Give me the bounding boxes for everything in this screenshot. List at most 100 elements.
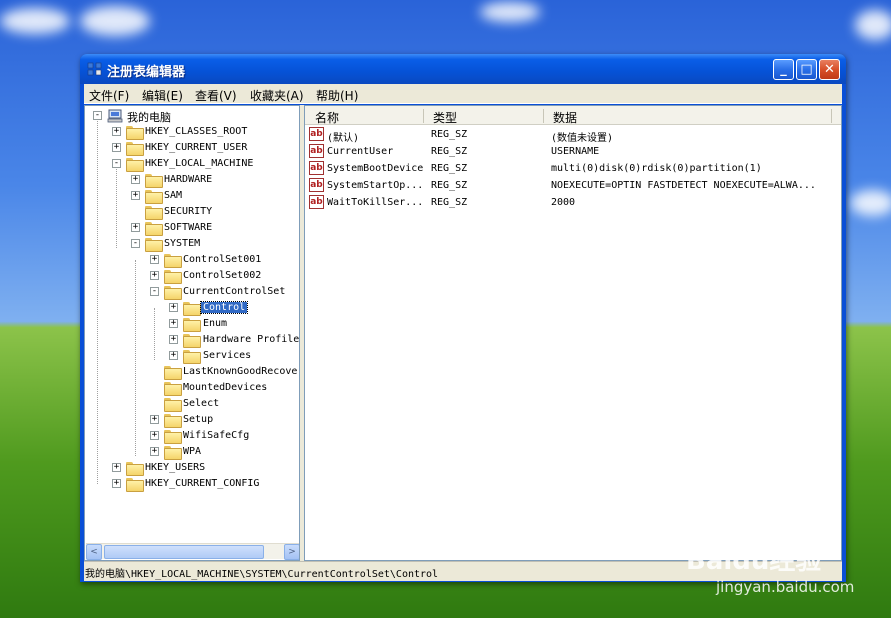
tree-label: ControlSet002 bbox=[183, 270, 262, 281]
expand-icon[interactable]: + bbox=[150, 431, 159, 440]
watermark-brand: Baidu经验 bbox=[686, 546, 822, 576]
column-separator[interactable] bbox=[543, 109, 544, 123]
tree-label: ControlSet001 bbox=[183, 254, 262, 265]
column-data-header[interactable]: 数据 bbox=[553, 109, 577, 126]
expand-icon[interactable]: + bbox=[150, 447, 159, 456]
tree-label-selected: Control bbox=[199, 301, 249, 314]
folder-icon bbox=[145, 174, 163, 188]
close-button[interactable]: ✕ bbox=[819, 59, 840, 80]
folder-icon bbox=[164, 270, 182, 284]
desktop-cloud bbox=[850, 190, 891, 216]
expand-icon[interactable]: + bbox=[112, 127, 121, 136]
expand-icon[interactable]: + bbox=[169, 335, 178, 344]
menu-view[interactable]: 查看(V) bbox=[195, 87, 237, 104]
expand-icon[interactable]: + bbox=[169, 303, 178, 312]
expand-icon[interactable]: + bbox=[169, 319, 178, 328]
open-folder-icon bbox=[183, 302, 201, 316]
list-row[interactable]: ab SystemBootDevice REG_SZ multi(0)disk(… bbox=[305, 160, 841, 177]
expand-icon[interactable]: + bbox=[131, 191, 140, 200]
list-row[interactable]: ab SystemStartOp... REG_SZ NOEXECUTE=OPT… bbox=[305, 177, 841, 194]
open-folder-icon bbox=[145, 238, 163, 252]
folder-icon bbox=[126, 126, 144, 140]
tree-label: SYSTEM bbox=[164, 238, 201, 249]
open-folder-icon bbox=[126, 158, 144, 172]
expand-icon[interactable]: + bbox=[131, 175, 140, 184]
tree-connector bbox=[135, 260, 136, 456]
tree-label: WPA bbox=[183, 446, 202, 457]
collapse-icon[interactable]: - bbox=[150, 287, 159, 296]
value-type: REG_SZ bbox=[431, 129, 468, 140]
folder-icon bbox=[145, 190, 163, 204]
menu-bar: 文件(F) 编辑(E) 查看(V) 收藏夹(A) 帮助(H) bbox=[84, 84, 842, 104]
maximize-button[interactable]: □ bbox=[796, 59, 817, 80]
list-row[interactable]: ab CurrentUser REG_SZ USERNAME bbox=[305, 143, 841, 160]
value-data: (数值未设置) bbox=[551, 133, 614, 144]
desktop-cloud bbox=[0, 8, 70, 34]
status-path: 我的电脑\HKEY_LOCAL_MACHINE\SYSTEM\CurrentCo… bbox=[85, 569, 439, 580]
list-row[interactable]: ab (默认) REG_SZ (数值未设置) bbox=[305, 126, 841, 144]
tree-label: HKEY_CURRENT_USER bbox=[145, 142, 248, 153]
scroll-right-button[interactable]: > bbox=[284, 544, 299, 560]
menu-edit[interactable]: 编辑(E) bbox=[142, 87, 183, 104]
folder-icon bbox=[164, 366, 182, 380]
regedit-icon bbox=[87, 62, 102, 76]
string-value-icon: ab bbox=[309, 127, 324, 141]
expand-icon[interactable]: + bbox=[150, 271, 159, 280]
expand-icon[interactable]: + bbox=[131, 223, 140, 232]
folder-icon bbox=[126, 462, 144, 476]
tree-label: Hardware Profile bbox=[203, 334, 300, 345]
value-data: USERNAME bbox=[551, 146, 600, 157]
my-computer-icon bbox=[107, 109, 123, 123]
client-area: - 我的电脑 + HKEY_CLASSES_ROOT + HKEY_CURREN… bbox=[84, 105, 842, 561]
registry-tree[interactable]: - 我的电脑 + HKEY_CLASSES_ROOT + HKEY_CURREN… bbox=[84, 105, 300, 561]
open-folder-icon bbox=[164, 286, 182, 300]
list-row[interactable]: ab WaitToKillSer... REG_SZ 2000 bbox=[305, 194, 841, 211]
expand-icon[interactable]: + bbox=[112, 143, 121, 152]
string-value-icon: ab bbox=[309, 161, 324, 175]
folder-icon bbox=[145, 222, 163, 236]
collapse-icon[interactable]: - bbox=[131, 239, 140, 248]
folder-icon bbox=[164, 398, 182, 412]
desktop-cloud bbox=[855, 10, 891, 40]
tree-label: LastKnownGoodRecove bbox=[183, 366, 298, 377]
menu-help[interactable]: 帮助(H) bbox=[316, 87, 358, 104]
value-type: REG_SZ bbox=[431, 180, 468, 191]
folder-icon bbox=[183, 334, 201, 348]
collapse-icon[interactable]: - bbox=[112, 159, 121, 168]
expand-icon[interactable]: + bbox=[112, 479, 121, 488]
expand-icon[interactable]: + bbox=[150, 255, 159, 264]
column-name-header[interactable]: 名称 bbox=[315, 109, 339, 126]
value-data: 2000 bbox=[551, 197, 576, 208]
desktop-cloud bbox=[80, 6, 150, 36]
tree-horizontal-scrollbar[interactable]: < > bbox=[86, 543, 299, 560]
folder-icon bbox=[164, 382, 182, 396]
tree-label: MountedDevices bbox=[183, 382, 268, 393]
menu-file[interactable]: 文件(F) bbox=[89, 87, 129, 104]
title-bar[interactable]: 注册表编辑器 _ □ ✕ bbox=[80, 54, 846, 84]
scroll-thumb[interactable] bbox=[104, 545, 264, 559]
column-separator[interactable] bbox=[423, 109, 424, 123]
tree-label: CurrentControlSet bbox=[183, 286, 286, 297]
tree-label: HKEY_LOCAL_MACHINE bbox=[145, 158, 254, 169]
tree-label: Enum bbox=[203, 318, 228, 329]
column-type-header[interactable]: 类型 bbox=[433, 109, 457, 126]
tree-label: SOFTWARE bbox=[164, 222, 213, 233]
scroll-left-button[interactable]: < bbox=[86, 544, 102, 560]
folder-icon bbox=[164, 430, 182, 444]
folder-icon bbox=[126, 478, 144, 492]
tree-label: SAM bbox=[164, 190, 183, 201]
minimize-button[interactable]: _ bbox=[773, 59, 794, 80]
column-separator[interactable] bbox=[831, 109, 832, 123]
value-name: SystemBootDevice bbox=[327, 163, 424, 174]
collapse-icon[interactable]: - bbox=[93, 111, 102, 120]
tree-label: Services bbox=[203, 350, 252, 361]
string-value-icon: ab bbox=[309, 178, 324, 192]
expand-icon[interactable]: + bbox=[150, 415, 159, 424]
value-type: REG_SZ bbox=[431, 197, 468, 208]
desktop-cloud bbox=[480, 2, 540, 22]
values-list[interactable]: 名称 类型 数据 ab (默认) REG_SZ (数值未设置) ab Curre… bbox=[304, 105, 842, 561]
expand-icon[interactable]: + bbox=[169, 351, 178, 360]
expand-icon[interactable]: + bbox=[112, 463, 121, 472]
menu-favorites[interactable]: 收藏夹(A) bbox=[250, 87, 304, 104]
value-name: WaitToKillSer... bbox=[327, 197, 424, 208]
